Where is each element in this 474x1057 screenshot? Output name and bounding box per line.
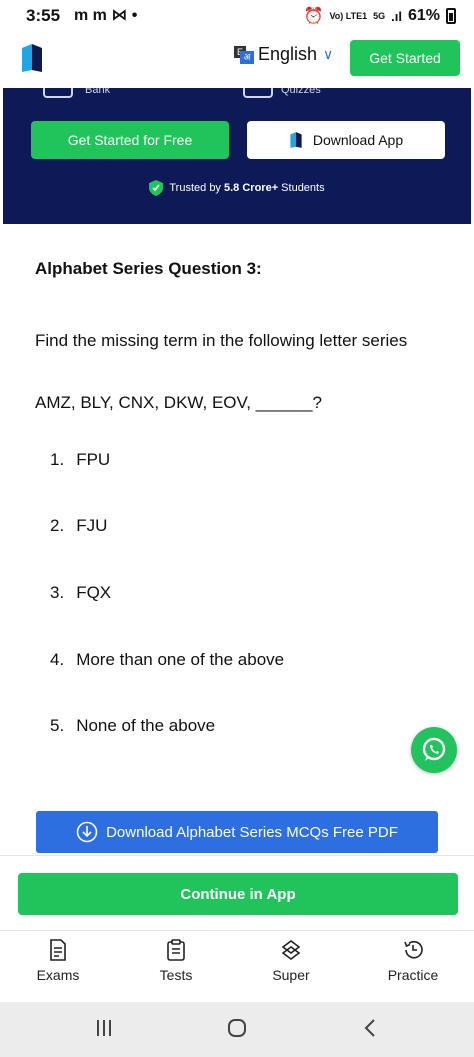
- signal-bars-icon: .ıl: [391, 8, 402, 24]
- continue-in-app-button[interactable]: Continue in App: [18, 873, 458, 915]
- status-right: ⏰ Vo) LTE1 5G .ıl 61%: [304, 6, 456, 26]
- get-started-free-button[interactable]: Get Started for Free: [31, 121, 229, 159]
- system-nav-bar: [0, 1002, 474, 1057]
- option-2: 2. FJU: [50, 516, 107, 536]
- practice-history-icon: [404, 940, 423, 959]
- question-title: Alphabet Series Question 3:: [35, 259, 262, 278]
- option-5: 5. None of the above: [50, 716, 215, 736]
- option-text: FPU: [76, 450, 111, 469]
- divider: [0, 855, 474, 856]
- shield-check-icon: [149, 180, 164, 196]
- battery-icon: [446, 8, 456, 24]
- super-icon: [281, 940, 301, 960]
- trusted-count: 5.8 Crore+: [224, 182, 279, 194]
- back-icon[interactable]: [362, 1018, 378, 1038]
- option-number: 3.: [50, 583, 65, 602]
- status-time: 3:55: [26, 6, 61, 25]
- option-number: 2.: [50, 516, 65, 535]
- option-number: 4.: [50, 650, 65, 669]
- nav-label: Super: [272, 967, 310, 983]
- status-bar: 3:55 m m ⋈ • ⏰ Vo) LTE1 5G .ıl 61%: [0, 0, 474, 32]
- notification-icons: m m ⋈ •: [74, 7, 138, 24]
- download-circle-icon: [76, 821, 98, 843]
- recent-apps-icon[interactable]: [94, 1018, 114, 1038]
- testbook-logo[interactable]: [20, 42, 44, 74]
- home-icon[interactable]: [227, 1018, 247, 1038]
- app-logo-icon: [290, 132, 302, 148]
- question-series: AMZ, BLY, CNX, DKW, EOV, ______?: [35, 393, 322, 412]
- chevron-down-icon: ∨: [323, 46, 334, 62]
- option-text: More than one of the above: [76, 650, 285, 669]
- option-4: 4. More than one of the above: [50, 650, 284, 670]
- nav-item-tests[interactable]: Tests: [131, 939, 221, 983]
- promo-banner: Bank Quizzes Get Started for Free Downlo…: [3, 88, 471, 224]
- nav-item-exams[interactable]: Exams: [13, 939, 103, 983]
- option-number: 1.: [50, 450, 65, 469]
- bank-icon: [43, 88, 73, 98]
- nav-label: Exams: [36, 967, 80, 983]
- chip-quizzes-label: Quizzes: [281, 88, 321, 96]
- exams-icon: [50, 939, 66, 961]
- battery-percent: 61%: [407, 7, 440, 24]
- chip-bank-label: Bank: [85, 88, 111, 96]
- download-pdf-label: Download Alphabet Series MCQs Free PDF: [106, 823, 398, 841]
- bottom-nav: Exams Tests Super Practice: [0, 930, 474, 1002]
- network-indicator: Vo) LTE1: [329, 10, 368, 21]
- language-selector[interactable]: Eअ English ∨: [234, 44, 333, 65]
- download-app-label: Download App: [312, 132, 404, 148]
- option-text: None of the above: [76, 716, 216, 735]
- nav-label: Practice: [387, 967, 439, 983]
- nav-item-super[interactable]: Super: [246, 939, 336, 983]
- translate-icon: Eअ: [234, 45, 254, 64]
- nav-item-practice[interactable]: Practice: [368, 939, 458, 983]
- option-number: 5.: [50, 716, 65, 735]
- option-1: 1. FPU: [50, 450, 110, 470]
- language-label: English: [258, 44, 318, 64]
- alarm-icon: ⏰: [303, 8, 324, 25]
- quizzes-icon: [243, 88, 273, 98]
- nav-label: Tests: [159, 967, 193, 983]
- app-header: Eअ English ∨ Get Started: [0, 32, 474, 88]
- whatsapp-button[interactable]: [411, 727, 457, 773]
- option-3: 3. FQX: [50, 583, 111, 603]
- download-app-button[interactable]: Download App: [247, 121, 445, 159]
- whatsapp-icon: [422, 737, 446, 761]
- question-text: Find the missing term in the following l…: [35, 331, 408, 350]
- trusted-by-text: Trusted by 5.8 Crore+ Students: [3, 180, 471, 196]
- option-text: FJU: [76, 516, 108, 535]
- option-text: FQX: [76, 583, 112, 602]
- download-pdf-button[interactable]: Download Alphabet Series MCQs Free PDF: [36, 811, 438, 853]
- get-started-button[interactable]: Get Started: [350, 40, 460, 76]
- signal-5g-indicator: 5G: [373, 10, 386, 21]
- tests-icon: [167, 939, 185, 961]
